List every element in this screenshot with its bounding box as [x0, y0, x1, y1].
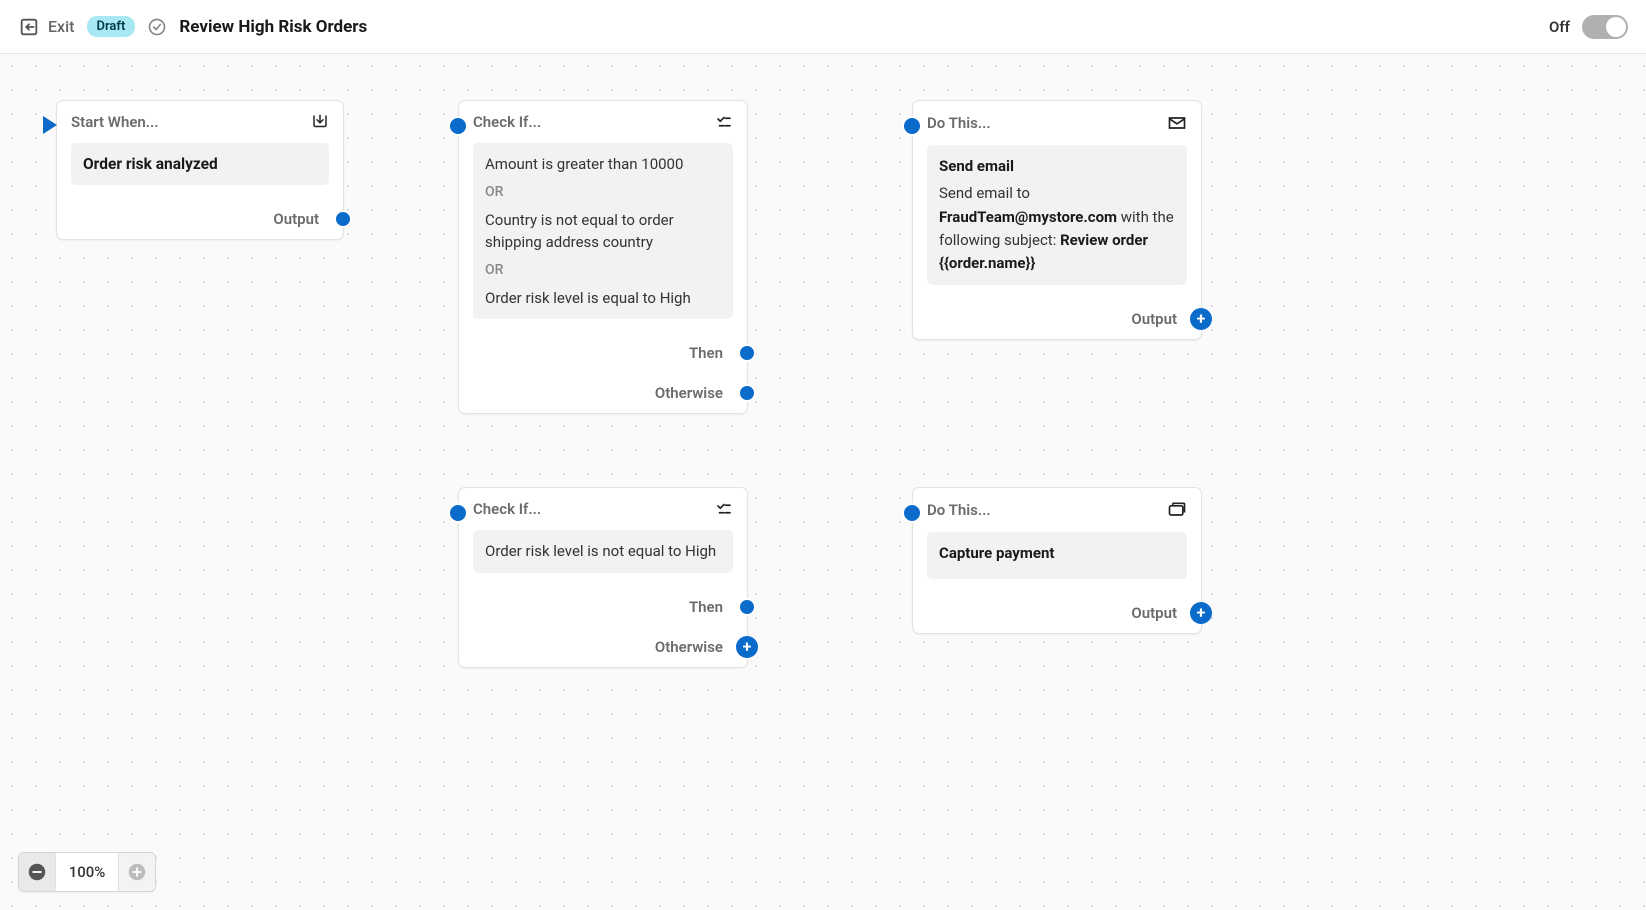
exit-label: Exit	[48, 17, 75, 36]
toggle-switch[interactable]	[1582, 15, 1628, 39]
port-dot[interactable]	[738, 384, 756, 402]
node-header: Check If...	[459, 488, 747, 530]
canvas-layer: Start When... Order risk analyzed Output	[0, 54, 1646, 910]
start-trigger: Order risk analyzed	[71, 143, 329, 185]
minus-icon	[26, 861, 48, 883]
zoom-out-button[interactable]	[19, 853, 55, 891]
toggle-label: Off	[1549, 18, 1570, 36]
condition-block: Order risk level is not equal to High	[473, 530, 733, 573]
condition-icon	[715, 500, 733, 518]
node-header: Start When...	[57, 101, 343, 143]
port-otherwise[interactable]: Otherwise	[459, 373, 747, 413]
node-header: Do This...	[913, 488, 1201, 532]
topbar-left: Exit Draft Review High Risk Orders	[18, 16, 367, 38]
action-summary: Send email Send email to FraudTeam@mysto…	[927, 145, 1187, 285]
plus-icon	[126, 861, 148, 883]
node-do-2[interactable]: Do This... Capture payment Output +	[912, 487, 1202, 634]
port-then[interactable]: Then	[459, 333, 747, 373]
flow-canvas[interactable]: Start When... Order risk analyzed Output	[0, 54, 1646, 910]
zoom-in-button[interactable]	[119, 853, 155, 891]
node-check-2[interactable]: Check If... Order risk level is not equa…	[458, 487, 748, 668]
port-output[interactable]: Output +	[913, 593, 1201, 633]
mail-icon	[1167, 113, 1187, 133]
port-output[interactable]: Output +	[913, 299, 1201, 339]
add-port-icon[interactable]: +	[736, 636, 758, 658]
topbar-right: Off	[1549, 15, 1628, 39]
condition-line: Country is not equal to order shipping a…	[485, 209, 721, 254]
exit-icon	[18, 16, 40, 38]
zoom-controls: 100%	[18, 852, 156, 892]
exit-button[interactable]: Exit	[18, 16, 75, 38]
node-kind: Do This...	[927, 501, 991, 519]
toggle-knob	[1606, 17, 1626, 37]
condition-icon	[715, 113, 733, 131]
action-summary: Capture payment	[927, 532, 1187, 579]
topbar: Exit Draft Review High Risk Orders Off	[0, 0, 1646, 54]
port-otherwise[interactable]: Otherwise +	[459, 627, 747, 667]
add-port-icon[interactable]: +	[1190, 308, 1212, 330]
add-port-icon[interactable]: +	[1190, 602, 1212, 624]
node-kind: Check If...	[473, 113, 541, 131]
port-dot[interactable]	[738, 344, 756, 362]
node-kind: Do This...	[927, 114, 991, 132]
check-icon	[147, 17, 167, 37]
port-then[interactable]: Then	[459, 587, 747, 627]
condition-line: Order risk level is equal to High	[485, 287, 721, 310]
input-port[interactable]	[902, 503, 922, 523]
zoom-value: 100%	[55, 853, 119, 891]
start-indicator-icon	[43, 116, 57, 134]
condition-block: Amount is greater than 10000 OR Country …	[473, 143, 733, 319]
draft-badge: Draft	[87, 16, 136, 37]
port-dot[interactable]	[738, 598, 756, 616]
condition-line: Order risk level is not equal to High	[485, 540, 721, 563]
node-kind: Start When...	[71, 113, 159, 131]
node-header: Check If...	[459, 101, 747, 143]
import-icon	[311, 113, 329, 131]
input-port[interactable]	[902, 116, 922, 136]
node-header: Do This...	[913, 101, 1201, 145]
node-kind: Check If...	[473, 500, 541, 518]
node-check-1[interactable]: Check If... Amount is greater than 10000…	[458, 100, 748, 414]
node-start[interactable]: Start When... Order risk analyzed Output	[56, 100, 344, 240]
port-dot[interactable]	[334, 210, 352, 228]
input-port[interactable]	[448, 503, 468, 523]
condition-line: Amount is greater than 10000	[485, 153, 721, 176]
input-port[interactable]	[448, 116, 468, 136]
node-do-1[interactable]: Do This... Send email Send email to Frau…	[912, 100, 1202, 340]
page-title: Review High Risk Orders	[179, 17, 367, 37]
port-output[interactable]: Output	[57, 199, 343, 239]
payment-icon	[1167, 500, 1187, 520]
